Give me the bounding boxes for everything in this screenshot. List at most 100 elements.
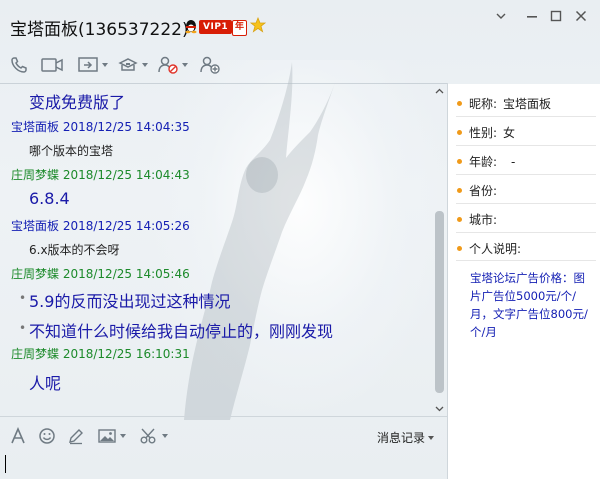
message-header: 宝塔面板 2018/12/25 14:04:35 — [11, 118, 190, 135]
age-value: - — [511, 154, 516, 169]
sender-name[interactable]: 庄周梦蝶 — [11, 168, 59, 182]
sender-name[interactable]: 庄周梦蝶 — [11, 347, 59, 361]
bio-label: 个人说明: — [469, 242, 522, 256]
chevron-down-icon — [142, 63, 148, 67]
close-icon[interactable] — [573, 8, 589, 24]
gender-label: 性别: — [469, 126, 498, 140]
video-call-button[interactable] — [40, 54, 64, 76]
age-label: 年龄: — [469, 155, 498, 169]
scroll-thumb[interactable] — [435, 211, 444, 393]
message-time: 2018/12/25 16:10:31 — [62, 347, 190, 361]
city-label: 城市: — [469, 213, 498, 227]
profile-bio-row: 个人说明: — [457, 240, 521, 257]
scroll-up-icon[interactable] — [435, 87, 444, 96]
maximize-icon[interactable] — [548, 8, 564, 24]
row-divider — [456, 260, 596, 261]
text-cursor — [5, 455, 6, 473]
qq-penguin-icon — [185, 20, 197, 34]
profile-province-row: 省份: — [457, 182, 497, 199]
bullet-dot-icon — [457, 217, 462, 222]
bullet-dot-icon — [457, 101, 462, 106]
row-divider — [456, 174, 596, 175]
share-screen-button[interactable] — [77, 54, 108, 76]
font-icon — [11, 427, 25, 444]
bullet-dot: • — [19, 291, 27, 305]
window-title: 宝塔面板(136537222) — [10, 20, 189, 40]
message-scrollbar[interactable] — [432, 84, 447, 416]
message-text: 6.x版本的不会呀 — [29, 243, 120, 257]
bullet-dot-icon — [457, 159, 462, 164]
chevron-down-icon — [182, 63, 188, 67]
profile-gender-row: 性别: 女 — [457, 124, 515, 141]
message-text: 人呢 — [29, 374, 62, 393]
sender-name[interactable]: 宝塔面板 — [11, 120, 59, 134]
message-text: 变成免费版了 — [29, 93, 126, 112]
message-text: 不知道什么时候给我自动停止的，刚刚发现 — [29, 322, 334, 341]
block-user-icon — [158, 56, 178, 74]
chevron-down-icon — [120, 434, 126, 438]
nickname-label: 昵称: — [469, 97, 498, 111]
message-time: 2018/12/25 14:05:26 — [62, 219, 190, 233]
doodle-button[interactable] — [67, 427, 85, 445]
row-divider — [456, 232, 596, 233]
message-time: 2018/12/25 14:04:43 — [62, 168, 190, 182]
chevron-down-icon — [102, 63, 108, 67]
star-icon[interactable] — [250, 17, 266, 33]
chevron-down-icon — [428, 435, 435, 440]
message-input[interactable] — [0, 450, 447, 479]
message-time: 2018/12/25 14:04:35 — [62, 120, 190, 134]
voice-call-button[interactable] — [9, 54, 29, 76]
image-icon — [98, 429, 116, 443]
pen-icon — [69, 429, 83, 445]
row-divider — [456, 145, 596, 146]
minimize-icon[interactable] — [524, 8, 540, 24]
scroll-down-icon[interactable] — [435, 404, 444, 413]
dropdown-menu-icon[interactable] — [493, 8, 509, 24]
profile-nickname-row: 昵称: 宝塔面板 — [457, 95, 551, 112]
title-bar: 宝塔面板(136537222) VIP1 年 — [0, 0, 600, 50]
add-friend-icon — [200, 56, 220, 74]
province-label: 省份: — [469, 184, 498, 198]
message-history-button[interactable]: 消息记录 — [377, 429, 435, 446]
smiley-icon — [39, 428, 55, 444]
nickname-value: 宝塔面板 — [503, 97, 552, 111]
apps-button[interactable] — [117, 54, 148, 76]
image-button[interactable] — [97, 427, 126, 445]
screenshot-button[interactable] — [139, 427, 168, 445]
bio-text: 宝塔论坛广告价格：图片广告位5000元/个/月，文字广告位800元/个/月 — [470, 271, 588, 339]
bullet-dot-icon — [457, 246, 462, 251]
share-screen-icon — [78, 57, 98, 72]
emoji-button[interactable] — [38, 427, 56, 445]
message-header: 宝塔面板 2018/12/25 14:05:26 — [11, 217, 190, 234]
block-user-button[interactable] — [157, 54, 188, 76]
message-text: 5.9的反而没出现过这种情况 — [29, 292, 231, 311]
apps-icon — [118, 58, 138, 71]
message-text: 哪个版本的宝塔 — [29, 144, 114, 158]
bullet-dot: • — [19, 321, 27, 335]
add-friend-button[interactable] — [199, 54, 221, 76]
input-divider — [0, 416, 447, 417]
message-header: 庄周梦蝶 2018/12/25 14:04:43 — [11, 166, 190, 183]
message-time: 2018/12/25 14:05:46 — [62, 267, 190, 281]
scissors-icon — [140, 428, 156, 444]
sender-name[interactable]: 宝塔面板 — [11, 219, 59, 233]
sender-name[interactable]: 庄周梦蝶 — [11, 267, 59, 281]
message-header: 庄周梦蝶 2018/12/25 14:05:46 — [11, 265, 190, 282]
vip-badge[interactable]: VIP1 — [199, 20, 233, 34]
row-divider — [456, 116, 596, 117]
video-icon — [41, 58, 63, 72]
year-badge: 年 — [232, 20, 248, 36]
message-history-label: 消息记录 — [377, 431, 426, 445]
font-button[interactable] — [9, 427, 27, 445]
profile-age-row: 年龄: - — [457, 153, 515, 170]
message-list[interactable]: 变成免费版了 宝塔面板 2018/12/25 14:04:35 哪个版本的宝塔 … — [0, 84, 432, 416]
bullet-dot-icon — [457, 130, 462, 135]
gender-value: 女 — [503, 126, 516, 140]
message-header: 庄周梦蝶 2018/12/25 16:10:31 — [11, 345, 190, 362]
chat-toolbar — [0, 50, 600, 82]
chat-window: 宝塔面板(136537222) VIP1 年 变成免费版了 宝塔面板 2018/… — [0, 0, 600, 479]
message-text: 6.8.4 — [29, 189, 70, 208]
profile-city-row: 城市: — [457, 211, 497, 228]
row-divider — [456, 203, 596, 204]
phone-icon — [11, 57, 27, 73]
